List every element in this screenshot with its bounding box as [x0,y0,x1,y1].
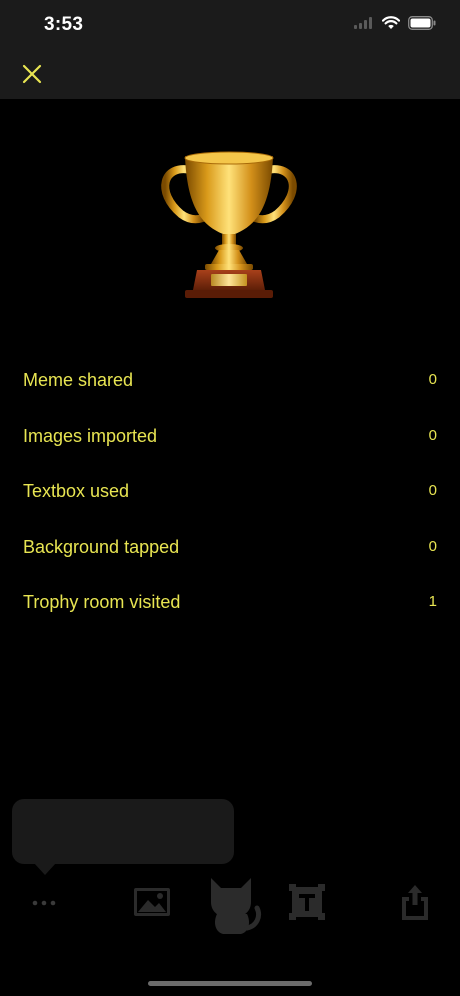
stat-row-background-tapped: Background tapped 0 [0,522,460,578]
share-icon [402,885,428,920]
stat-label: Trophy room visited [23,592,181,613]
stat-value: 0 [428,426,437,444]
stat-label: Images imported [23,425,158,446]
stat-value: 0 [428,537,437,555]
status-icons [354,16,436,30]
more-icon [32,900,56,906]
wifi-icon [382,16,400,29]
stat-value: 1 [428,593,437,611]
cellular-signal-icon [354,17,372,29]
stat-row-trophy-room-visited: Trophy room visited 1 [0,577,460,633]
stat-row-images-imported: Images imported 0 [0,411,460,467]
share-button[interactable] [398,883,432,921]
stat-value: 0 [428,482,437,500]
more-button[interactable] [28,892,62,914]
text-box-icon [289,884,325,920]
cat-button[interactable] [203,868,263,936]
stat-label: Background tapped [23,536,180,557]
navigation-bar [0,50,460,99]
trophy-icon [153,148,305,308]
cat-icon [211,878,262,934]
import-image-button[interactable] [132,885,172,919]
add-textbox-button[interactable] [288,883,326,921]
image-icon [134,888,170,916]
stat-label: Meme shared [23,370,134,390]
status-bar: 3:53 [0,0,460,50]
stat-row-meme-shared: Meme shared 0 [0,355,460,411]
tooltip-bubble [12,799,234,864]
stat-row-textbox-used: Textbox used 0 [0,466,460,522]
stats-list: Meme shared 0 Images imported 0 Textbox … [0,355,460,633]
stat-value: 0 [428,371,437,388]
tooltip-tail [34,863,56,875]
battery-icon [408,16,436,30]
stat-label: Textbox used [23,481,130,502]
home-indicator [148,981,312,986]
status-time: 3:53 [44,14,84,35]
close-icon [22,64,42,84]
close-button[interactable] [18,60,48,90]
